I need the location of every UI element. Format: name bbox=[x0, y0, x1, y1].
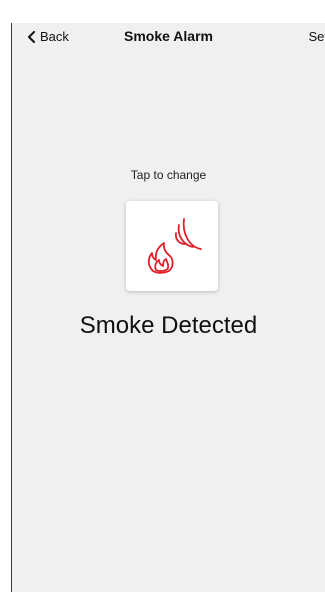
alarm-status-text: Smoke Detected bbox=[79, 312, 258, 339]
smoke-alarm-icon bbox=[147, 218, 202, 274]
app-screen: Back Smoke Alarm Set Tap to change Smoke… bbox=[11, 23, 325, 592]
page-title: Smoke Alarm bbox=[124, 28, 213, 44]
set-button[interactable]: Set bbox=[308, 29, 325, 44]
navigation-bar: Back Smoke Alarm Set bbox=[12, 23, 325, 51]
smoke-status-tile[interactable] bbox=[126, 201, 218, 291]
tap-to-change-hint: Tap to change bbox=[130, 168, 207, 182]
